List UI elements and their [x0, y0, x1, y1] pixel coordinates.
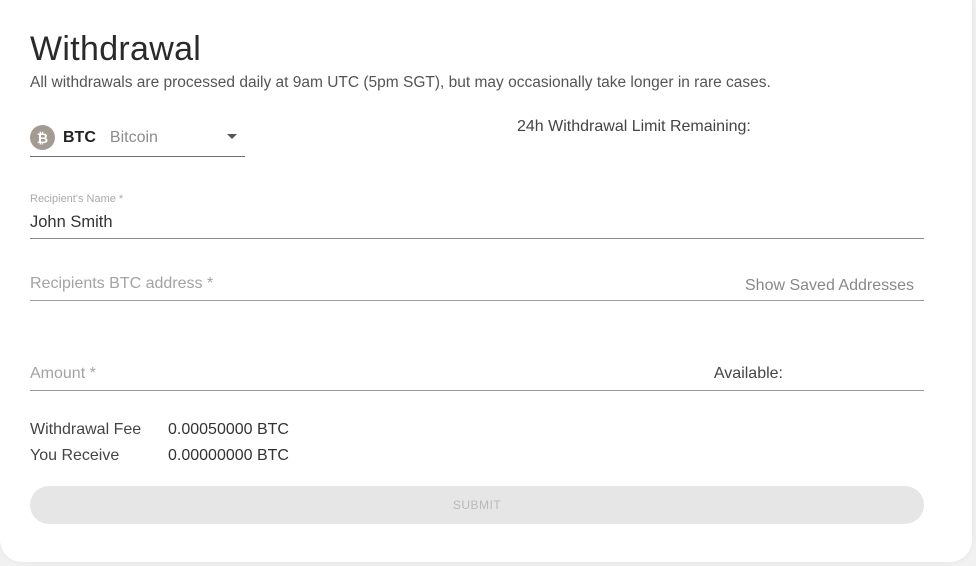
amount-field[interactable]: Amount * Available:: [30, 355, 924, 391]
you-receive-value: 0.00000000 BTC: [168, 447, 289, 464]
withdrawal-fee-label: Withdrawal Fee: [30, 421, 142, 438]
withdrawal-fee-value: 0.00050000 BTC: [168, 421, 289, 438]
available-label: Available:: [713, 365, 783, 382]
you-receive-label: You Receive: [30, 447, 120, 464]
recipient-name-field[interactable]: Recipient's Name * John Smith: [30, 189, 924, 239]
page-title: Withdrawal: [30, 30, 202, 68]
bitcoin-icon: ₿: [30, 125, 55, 150]
withdrawal-limit-label: 24h Withdrawal Limit Remaining:: [517, 118, 751, 135]
recipient-name-label: Recipient's Name *: [30, 193, 124, 205]
btc-address-field[interactable]: Recipients BTC address * Show Saved Addr…: [30, 265, 924, 301]
you-receive-row: You Receive 0.00000000 BTC: [30, 447, 289, 465]
btc-address-placeholder: Recipients BTC address *: [30, 275, 214, 292]
withdrawal-fee-row: Withdrawal Fee 0.00050000 BTC: [30, 421, 289, 439]
amount-placeholder: Amount *: [30, 365, 96, 382]
currency-name: Bitcoin: [109, 128, 158, 146]
recipient-name-value[interactable]: John Smith: [30, 213, 113, 232]
currency-select[interactable]: ₿ BTC Bitcoin: [30, 119, 245, 157]
page-subtitle: All withdrawals are processed daily at 9…: [30, 74, 771, 91]
submit-button[interactable]: SUBMIT: [30, 486, 924, 524]
show-saved-addresses-link[interactable]: Show Saved Addresses: [745, 277, 914, 295]
chevron-down-icon: [227, 134, 237, 139]
currency-symbol: BTC: [63, 128, 96, 146]
